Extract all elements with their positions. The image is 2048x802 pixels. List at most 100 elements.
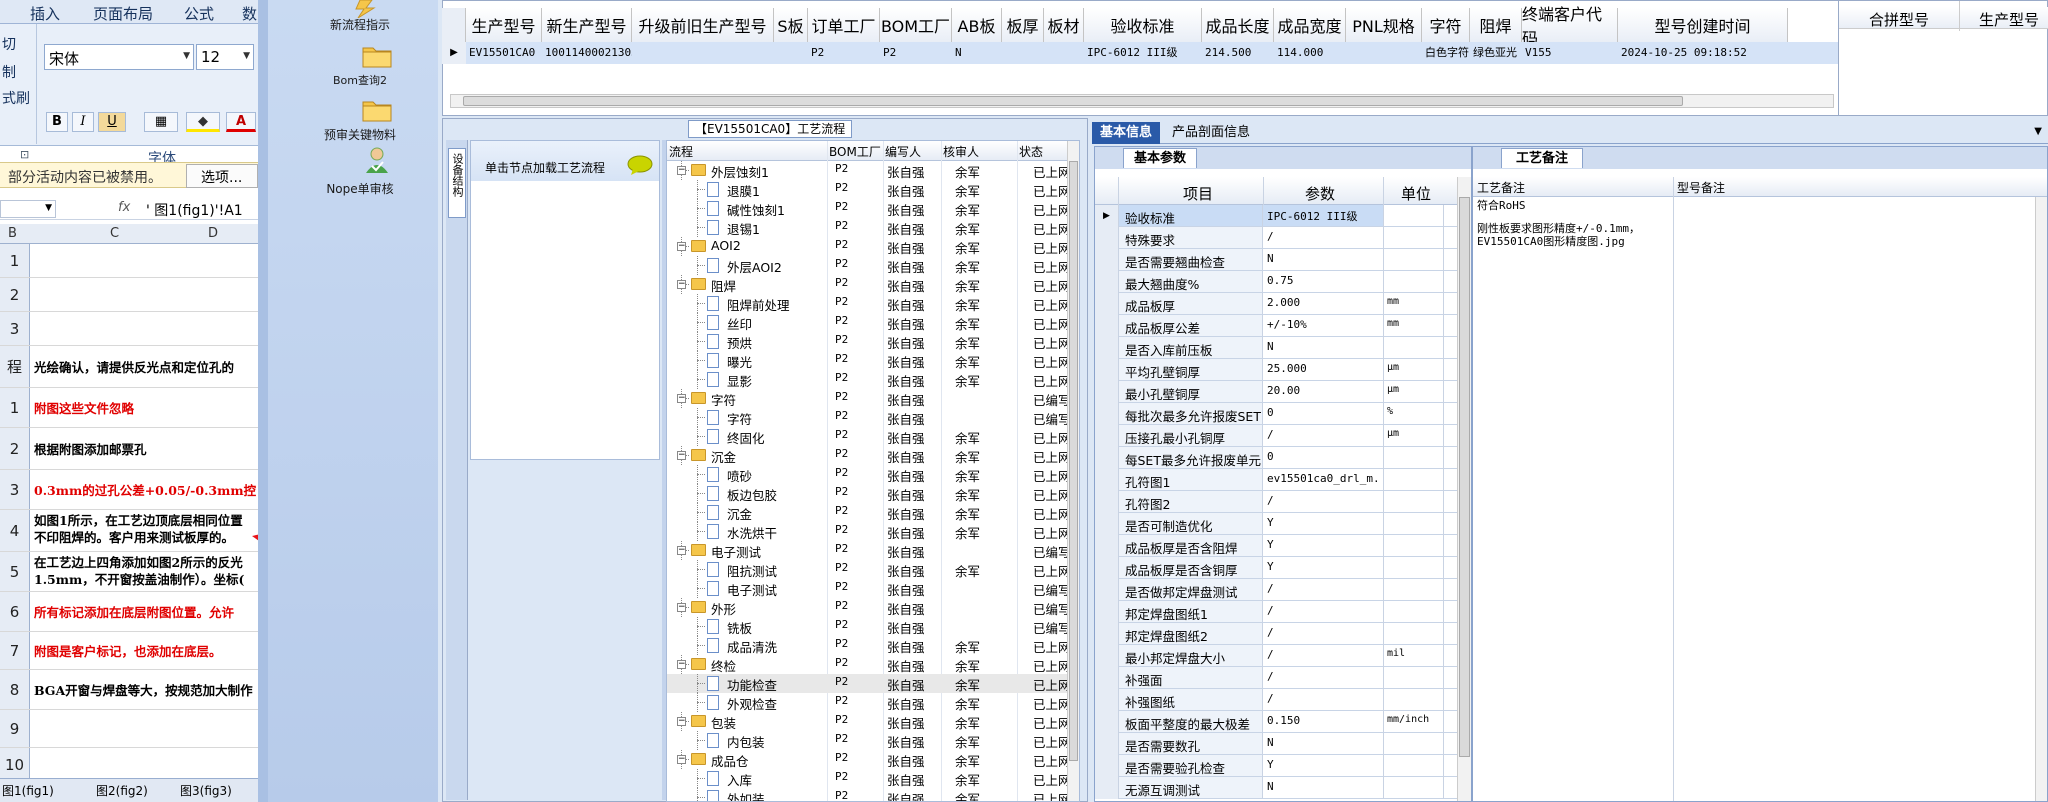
collapse-toggle[interactable]: − (677, 166, 686, 175)
cell-text[interactable]: 附图是客户标记，也添加在底层。 (34, 643, 256, 660)
param-row[interactable]: ▶ 验收标准 IPC-6012 III级 (1095, 205, 1471, 227)
tree-row[interactable]: 成品清洗 P2 张自强 余军 已上网 (667, 636, 1075, 655)
column-header[interactable]: 板厚 (1002, 8, 1044, 42)
column-header-param[interactable]: 参数 (1305, 183, 1335, 204)
process-remark-text[interactable]: 符合RoHS 刚性板要求图形精度+/-0.1mm， EV15501CA0图形精度… (1477, 199, 1671, 248)
column-header[interactable]: 型号创建时间 (1618, 8, 1788, 42)
row-selector[interactable] (1095, 579, 1119, 601)
column-header[interactable]: 生产型号 (466, 8, 542, 42)
param-value[interactable]: Y (1267, 560, 1381, 573)
param-row[interactable]: 每批次最多允许报废SET 0% (1095, 403, 1471, 425)
collapse-toggle[interactable]: − (677, 717, 686, 726)
column-header[interactable]: 升级前旧生产型号 (632, 8, 774, 42)
cell-text[interactable]: 附图这些文件忽略 (34, 400, 256, 417)
cell-text[interactable]: BGA开窗与焊盘等大，按规范加大制作 (34, 682, 256, 699)
collapse-toggle[interactable]: − (677, 660, 686, 669)
grid-cell[interactable]: 白色字符 (1422, 42, 1470, 64)
grid-cell[interactable]: 214.500 (1202, 42, 1274, 64)
tree-row[interactable]: 外层AOI2 P2 张自强 余军 已上网 (667, 256, 1075, 275)
cell-text[interactable]: 根据附图添加邮票孔 (34, 441, 256, 458)
tree-row[interactable]: 外如装 P2 张自强 余军 已上网 (667, 788, 1075, 801)
sheet-row[interactable]: 4 如图1所示，在工艺边顶底层相同位置 不印阻焊的。客户用来测试板厚的。 (0, 510, 258, 552)
column-header[interactable]: S板 (774, 8, 808, 42)
sheet-tab-3[interactable]: 图3(fig3) (180, 782, 232, 799)
param-row[interactable]: 成品板厚是否含铜厚 Y (1095, 557, 1471, 579)
tree-row[interactable]: − 外形 P2 张自强 已编写 (667, 598, 1075, 617)
row-number[interactable]: 3 (0, 470, 30, 509)
param-value[interactable]: / (1267, 582, 1381, 595)
vertical-scrollbar[interactable] (1067, 141, 1079, 801)
sheet-row[interactable]: 2 (0, 278, 258, 312)
column-header-model-remark[interactable]: 型号备注 (1677, 179, 1725, 196)
tab-basic-info[interactable]: 基本信息 (1092, 122, 1161, 144)
param-value[interactable]: 0 (1267, 406, 1381, 419)
column-header[interactable]: BOM工厂 (880, 8, 952, 42)
sidebar-item-key-material[interactable]: 预审关键物料 (290, 126, 430, 143)
row-number[interactable]: 3 (0, 312, 30, 345)
column-header[interactable]: PNL规格 (1346, 8, 1422, 42)
sheet-row[interactable]: 7 附图是客户标记，也添加在底层。 (0, 632, 258, 670)
fill-color-icon[interactable]: ◆ (186, 112, 220, 132)
column-header-c[interactable]: C (110, 226, 119, 241)
sidebar-item-bom-query[interactable]: Bom查询2 (290, 72, 430, 88)
tree-row[interactable]: 喷砂 P2 张自强 余军 已上网 (667, 465, 1075, 484)
column-header[interactable]: 新生产型号 (542, 8, 632, 42)
param-value[interactable]: Y (1267, 516, 1381, 529)
scrollbar-thumb[interactable] (463, 96, 1683, 106)
scrollbar-thumb[interactable] (1069, 161, 1078, 761)
param-value[interactable]: N (1267, 780, 1381, 793)
row-number[interactable]: 程 (0, 346, 30, 387)
sheet-row[interactable]: 程光绘确认，请提供反光点和定位孔的 (0, 346, 258, 388)
param-row[interactable]: 每SET最多允许报废单元 0 (1095, 447, 1471, 469)
row-selector[interactable] (1095, 535, 1119, 557)
sidebar-splitter[interactable] (258, 0, 268, 802)
cut-command[interactable]: 切 (2, 34, 16, 54)
tree-row[interactable]: 退膜1 P2 张自强 余军 已上网 (667, 180, 1075, 199)
sheet-row[interactable]: 3 (0, 312, 258, 346)
sheet-row[interactable]: 1 (0, 244, 258, 278)
param-value[interactable]: / (1267, 670, 1381, 683)
row-selector[interactable] (1095, 271, 1119, 293)
tree-row[interactable]: − 外层蚀刻1 P2 张自强 余军 已上网 (667, 161, 1075, 180)
param-row[interactable]: 特殊要求 / (1095, 227, 1471, 249)
tree-column-header[interactable]: 编写人 (885, 143, 921, 160)
param-row[interactable]: 平均孔壁铜厚 25.000 μm (1095, 359, 1471, 381)
column-header-d[interactable]: D (208, 226, 218, 241)
row-selector[interactable] (1095, 557, 1119, 579)
cell-text[interactable]: 所有标记添加在底层附图位置。允许 (34, 604, 256, 621)
grid-cell[interactable] (1002, 42, 1044, 64)
production-model-header-2[interactable]: 生产型号 (1979, 9, 2039, 30)
underline-button[interactable]: U (98, 112, 126, 132)
grid-cell[interactable]: N (952, 42, 1002, 64)
param-value[interactable]: ev15501ca0_drl_m... (1267, 472, 1381, 485)
param-row[interactable]: 最小邦定焊盘大小 / mil (1095, 645, 1471, 667)
tree-row[interactable]: − AOI2 P2 张自强 余军 已上网 (667, 237, 1075, 256)
param-row[interactable]: 是否需要数孔 N (1095, 733, 1471, 755)
param-value[interactable]: / (1267, 604, 1381, 617)
grid-cell[interactable]: IPC-6012 III级 (1084, 42, 1202, 64)
tree-column-header[interactable]: 流程 (669, 143, 693, 160)
sheet-tab-2[interactable]: 图2(fig2) (96, 782, 148, 799)
param-row[interactable]: 压接孔最小孔铜厚 / μm (1095, 425, 1471, 447)
grid-cell[interactable] (632, 42, 774, 64)
row-selector[interactable] (1095, 337, 1119, 359)
tab-product-profile[interactable]: 产品剖面信息 (1164, 122, 1258, 144)
collapse-toggle[interactable]: − (677, 242, 686, 251)
param-row[interactable]: 最大翘曲度% 0.75 (1095, 271, 1471, 293)
param-row[interactable]: 成品板厚公差 +/-10% mm (1095, 315, 1471, 337)
column-header[interactable]: 字符 (1422, 8, 1470, 42)
italic-button[interactable]: I (72, 112, 94, 132)
basic-params-tab[interactable]: 基本参数 (1123, 148, 1198, 168)
cell-text[interactable]: 光绘确认，请提供反光点和定位孔的 (34, 359, 256, 376)
param-value[interactable]: 0.150 (1267, 714, 1381, 727)
param-value[interactable]: / (1267, 428, 1381, 441)
tree-row[interactable]: 铣板 P2 张自强 已编写 (667, 617, 1075, 636)
param-value[interactable]: / (1267, 230, 1381, 243)
tree-row[interactable]: 板边包胶 P2 张自强 余军 已上网 (667, 484, 1075, 503)
tree-row[interactable]: − 电子测试 P2 张自强 已编写 (667, 541, 1075, 560)
tree-column-header[interactable]: 核审人 (943, 143, 979, 160)
row-number[interactable]: 10 (0, 748, 30, 781)
param-row[interactable]: 板面平整度的最大极差 0.150 mm/inch (1095, 711, 1471, 733)
merge-model-header[interactable]: 合拼型号 (1869, 9, 1929, 30)
column-header[interactable]: 订单工厂 (808, 8, 880, 42)
